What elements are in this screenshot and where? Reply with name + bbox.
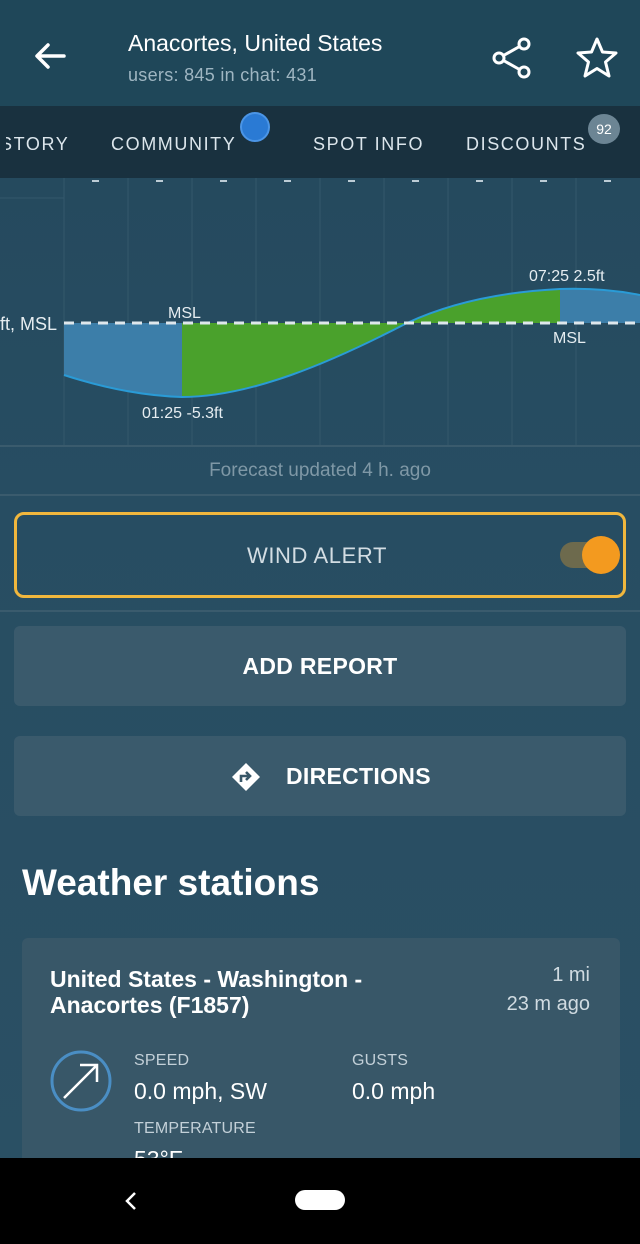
high-tide-label: 07:25 2.5ft [529, 268, 605, 285]
tab-discounts[interactable]: DISCOUNTS [466, 134, 586, 155]
speed-value: 0.0 mph, SW [134, 1078, 267, 1104]
share-icon[interactable] [490, 36, 534, 80]
directions-label: DIRECTIONS [286, 763, 431, 789]
gusts-value: 0.0 mph [352, 1078, 436, 1104]
divider [0, 494, 640, 496]
add-report-button[interactable]: ADD REPORT [14, 626, 626, 706]
back-arrow-icon[interactable] [30, 36, 70, 76]
favorite-star-icon[interactable] [574, 36, 620, 80]
divider [0, 610, 640, 612]
low-tide-label: 01:25 -5.3ft [142, 405, 224, 422]
tide-chart: ft, MSL MSL MSL 01:25 -5.3ft 07:25 2.5ft [0, 178, 640, 447]
station-distance: 1 mi [552, 964, 590, 986]
discounts-count-badge: 92 [588, 114, 620, 144]
station-name: United States - Washington - Anacortes (… [50, 966, 363, 1018]
station-updated-ago: 23 m ago [506, 993, 590, 1015]
nav-back-icon[interactable] [122, 1190, 140, 1212]
directions-button[interactable]: DIRECTIONS [14, 736, 626, 816]
msl-label-left: MSL [168, 305, 201, 322]
app-header: Anacortes, United States users: 845 in c… [0, 0, 640, 106]
temperature-label: TEMPERATURE [134, 1120, 256, 1137]
gusts-label: GUSTS [352, 1052, 409, 1069]
tab-community[interactable]: COMMUNITY [111, 134, 236, 155]
speed-label: SPEED [134, 1052, 190, 1069]
msl-label-right: MSL [553, 330, 586, 347]
nav-home-pill[interactable] [295, 1190, 345, 1210]
tide-axis-label: ft, MSL [0, 314, 57, 334]
page-title: Anacortes, United States [128, 30, 383, 56]
wind-alert-label: WIND ALERT [246, 543, 388, 568]
wind-alert-toggle-knob[interactable] [582, 536, 620, 574]
wind-direction-arrow-icon [50, 1050, 112, 1112]
community-globe-icon [240, 112, 270, 142]
wind-alert-row[interactable]: WIND ALERT [14, 512, 626, 598]
add-report-label: ADD REPORT [242, 653, 398, 679]
weather-stations-title: Weather stations [22, 862, 320, 903]
directions-icon [232, 763, 260, 791]
forecast-updated-text: Forecast updated 4 h. ago [209, 460, 431, 481]
page-subtitle: users: 845 in chat: 431 [128, 65, 318, 85]
system-nav-bar [0, 1158, 640, 1244]
tab-history[interactable]: STORY [6, 134, 69, 155]
tab-spot-info[interactable]: SPOT INFO [313, 134, 424, 155]
